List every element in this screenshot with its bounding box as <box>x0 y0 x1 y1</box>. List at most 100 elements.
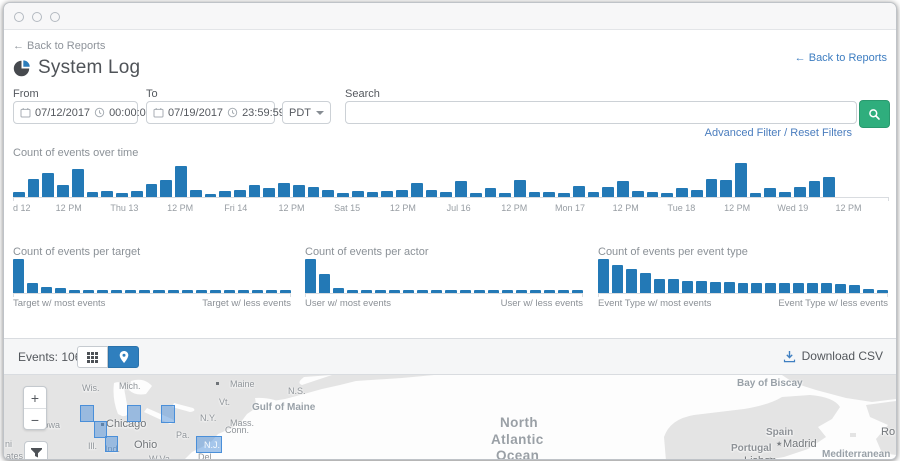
events-toolbar: Events: 1068 Download CSV <box>4 338 896 375</box>
map-event-marker[interactable] <box>161 405 175 423</box>
funnel-icon <box>30 447 43 459</box>
page-title: System Log <box>38 57 140 79</box>
target-less-label: Target w/ less events <box>202 298 291 309</box>
bar <box>319 274 330 293</box>
bar <box>720 180 732 197</box>
bar <box>706 179 718 197</box>
map-label: Spain <box>766 427 793 438</box>
map-label: Atlantic <box>491 432 544 447</box>
bar <box>807 283 818 293</box>
app-window: ← Back to Reports ← Back to Reports Syst… <box>3 2 897 460</box>
window-close-button[interactable] <box>14 12 24 22</box>
map-label: Mich. <box>119 381 141 391</box>
back-to-reports-link-top-right[interactable]: ← Back to Reports <box>795 52 887 64</box>
timezone-value: PDT <box>289 107 311 119</box>
to-time-value: 23:59:59 <box>242 107 285 119</box>
bar <box>794 187 806 197</box>
bar <box>278 183 290 197</box>
back-to-reports-link[interactable]: ← Back to Reports <box>13 40 105 52</box>
map-poi-star: ★ <box>776 440 782 448</box>
bar <box>626 269 637 293</box>
target-chart-title: Count of events per target <box>13 246 140 258</box>
map-event-marker[interactable] <box>127 405 141 422</box>
x-tick-label: 12 PM <box>613 203 639 213</box>
events-map[interactable]: + − ★★Wis.Mich.MaineN.S.Vt.Gulf of Maine… <box>4 375 896 460</box>
map-label: Wis. <box>82 383 100 393</box>
map-label: N.S. <box>288 386 306 396</box>
bar <box>612 265 623 293</box>
bar <box>738 283 749 293</box>
map-label: Conn. <box>225 425 249 435</box>
bar <box>263 188 275 197</box>
map-event-marker[interactable] <box>80 405 94 422</box>
search-label: Search <box>345 88 380 100</box>
bar <box>602 187 614 197</box>
calendar-icon <box>20 107 31 118</box>
to-label: To <box>146 88 158 100</box>
map-view-button[interactable] <box>108 346 139 368</box>
bar <box>751 283 762 293</box>
map-label: Maine <box>230 379 255 389</box>
clock-icon <box>94 107 105 118</box>
advanced-filter-link[interactable]: Advanced Filter <box>705 127 781 139</box>
target-chart[interactable]: Target w/ most events Target w/ less eve… <box>13 259 291 309</box>
event-type-chart-title: Count of events per event type <box>598 246 748 258</box>
target-x-axis <box>13 293 291 294</box>
actor-chart-title: Count of events per actor <box>305 246 429 258</box>
bar <box>234 190 246 197</box>
download-csv-button[interactable]: Download CSV <box>783 349 883 363</box>
x-tick-label: 12 PM <box>56 203 82 213</box>
map-zoom-in-button[interactable]: + <box>24 387 46 408</box>
map-label: Del. <box>198 452 214 460</box>
bar <box>249 185 261 197</box>
chevron-down-icon <box>316 111 324 115</box>
search-input[interactable] <box>345 101 857 124</box>
bar <box>160 180 172 197</box>
actor-chart[interactable]: User w/ most events User w/ less events <box>305 259 583 309</box>
events-panel: Events: 1068 Download CSV <box>4 338 896 460</box>
reset-filters-link[interactable]: Reset Filters <box>790 127 852 139</box>
bar <box>676 188 688 197</box>
map-filter-button[interactable] <box>24 441 48 460</box>
actor-most-label: User w/ most events <box>305 298 391 309</box>
from-datetime-input[interactable]: 07/12/2017 00:00:00 <box>13 101 138 124</box>
bar <box>396 190 408 197</box>
bar <box>175 166 187 197</box>
x-tick-label: d 12 <box>13 203 31 213</box>
map-zoom-out-button[interactable]: − <box>24 408 46 430</box>
x-tick-label: Fri 14 <box>224 203 247 213</box>
actor-bars <box>305 259 583 293</box>
bar <box>72 169 84 197</box>
event-type-x-axis <box>598 293 888 294</box>
timezone-select[interactable]: PDT <box>282 101 331 124</box>
bar <box>691 190 703 197</box>
bar <box>190 190 202 197</box>
bar <box>514 180 526 197</box>
map-label: ates <box>6 451 23 460</box>
to-datetime-input[interactable]: 07/19/2017 23:59:59 <box>146 101 275 124</box>
view-toggle <box>77 346 139 368</box>
x-tick-label: 12 PM <box>724 203 750 213</box>
map-label: N.Y. <box>200 413 216 423</box>
target-most-label: Target w/ most events <box>13 298 105 309</box>
map-label: Madrid <box>783 438 817 450</box>
window-minimize-button[interactable] <box>32 12 42 22</box>
x-tick-label: 12 PM <box>835 203 861 213</box>
bar <box>573 186 585 197</box>
download-icon <box>783 350 796 363</box>
bar <box>455 181 467 197</box>
window-zoom-button[interactable] <box>50 12 60 22</box>
page-title-row: System Log <box>13 57 140 79</box>
filter-links: Advanced Filter / Reset Filters <box>705 127 852 139</box>
bar <box>835 284 846 293</box>
clock-icon <box>227 107 238 118</box>
bar <box>485 188 497 197</box>
map-event-marker[interactable] <box>105 436 118 452</box>
overtime-chart[interactable]: d 1212 PMThu 1312 PMFri 1412 PMSat 1512 … <box>13 163 889 215</box>
link-separator: / <box>781 127 790 139</box>
event-type-chart[interactable]: Event Type w/ most events Event Type w/ … <box>598 259 888 309</box>
search-button[interactable] <box>859 100 890 128</box>
map-label: Pa. <box>176 430 190 440</box>
grid-view-button[interactable] <box>77 346 108 368</box>
bar <box>411 183 423 197</box>
